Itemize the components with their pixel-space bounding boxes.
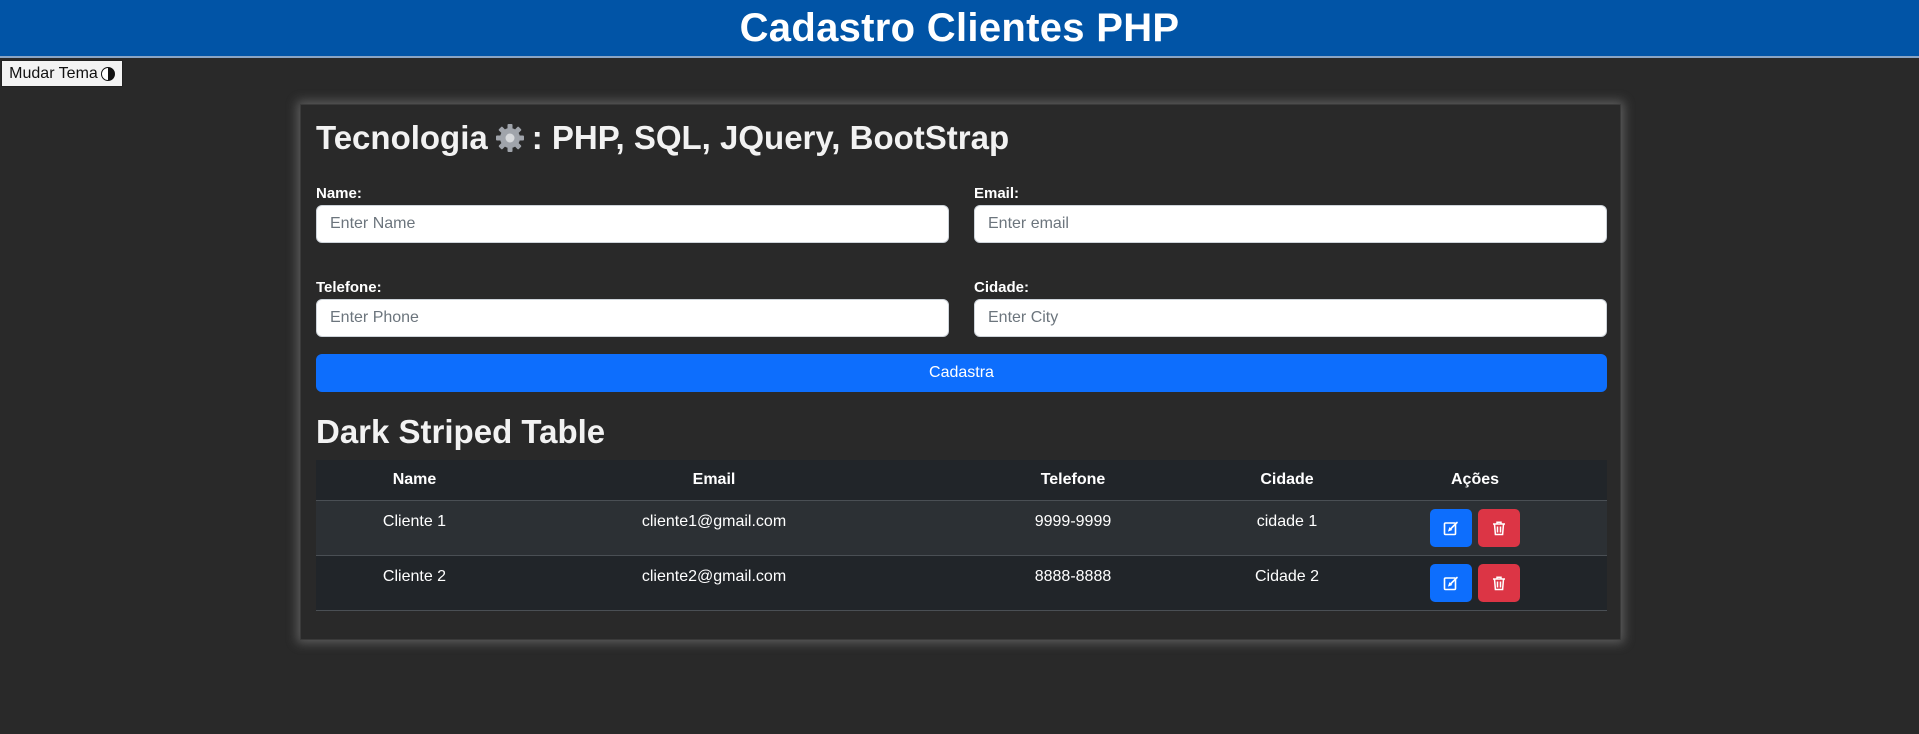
column-header-city: Cidade (1231, 460, 1343, 501)
technology-heading-suffix: : PHP, SQL, JQuery, BootStrap (531, 119, 1010, 156)
cell-actions (1343, 500, 1607, 556)
email-label: Email: (974, 185, 1020, 202)
edit-icon (1443, 521, 1458, 535)
column-header-name: Name (316, 460, 513, 501)
delete-button[interactable] (1478, 508, 1521, 547)
technology-heading: Tecnologia : PHP, SQL, JQuery, BootStrap (316, 119, 1009, 157)
table-row: Cliente 2 cliente2@gmail.com 8888-8888 C… (316, 555, 1607, 611)
cell-city: Cidade 2 (1231, 555, 1343, 611)
edit-button[interactable] (1429, 563, 1472, 602)
table-row: Cliente 1 cliente1@gmail.com 9999-9999 c… (316, 500, 1607, 556)
change-theme-label: Mudar Tema (9, 64, 98, 82)
edit-button[interactable] (1429, 508, 1472, 547)
technology-heading-prefix: Tecnologia (316, 119, 488, 156)
app-header: Cadastro Clientes PHP (0, 0, 1919, 58)
cell-city: cidade 1 (1231, 500, 1343, 556)
cell-name: Cliente 1 (316, 500, 513, 556)
name-label: Name: (316, 185, 362, 202)
table-header-row: Name Email Telefone Cidade Ações (316, 460, 1607, 501)
change-theme-button[interactable]: Mudar Tema (1, 60, 123, 87)
cell-phone: 8888-8888 (915, 555, 1231, 611)
cell-phone: 9999-9999 (915, 500, 1231, 556)
half-circle-icon (100, 66, 115, 81)
column-header-actions: Ações (1343, 460, 1607, 501)
email-input[interactable] (974, 205, 1607, 243)
cell-actions (1343, 555, 1607, 611)
main-card: Tecnologia : PHP, SQL, JQuery, BootStrap… (300, 104, 1621, 640)
cell-email: cliente2@gmail.com (513, 555, 915, 611)
phone-input[interactable] (316, 299, 949, 337)
column-header-phone: Telefone (915, 460, 1231, 501)
trash-icon (1493, 576, 1506, 590)
gear-icon (495, 124, 524, 152)
name-input[interactable] (316, 205, 949, 243)
page-title: Cadastro Clientes PHP (739, 5, 1180, 50)
column-header-email: Email (513, 460, 915, 501)
city-label: Cidade: (974, 279, 1030, 296)
cell-name: Cliente 2 (316, 555, 513, 611)
cell-email: cliente1@gmail.com (513, 500, 915, 556)
submit-button[interactable]: Cadastra (316, 354, 1607, 392)
trash-icon (1493, 521, 1506, 535)
clients-table: Name Email Telefone Cidade Ações Cliente… (316, 460, 1607, 611)
table-title: Dark Striped Table (316, 413, 606, 450)
delete-button[interactable] (1478, 563, 1521, 602)
edit-icon (1443, 576, 1458, 590)
city-input[interactable] (974, 299, 1607, 337)
phone-label: Telefone: (316, 279, 382, 296)
